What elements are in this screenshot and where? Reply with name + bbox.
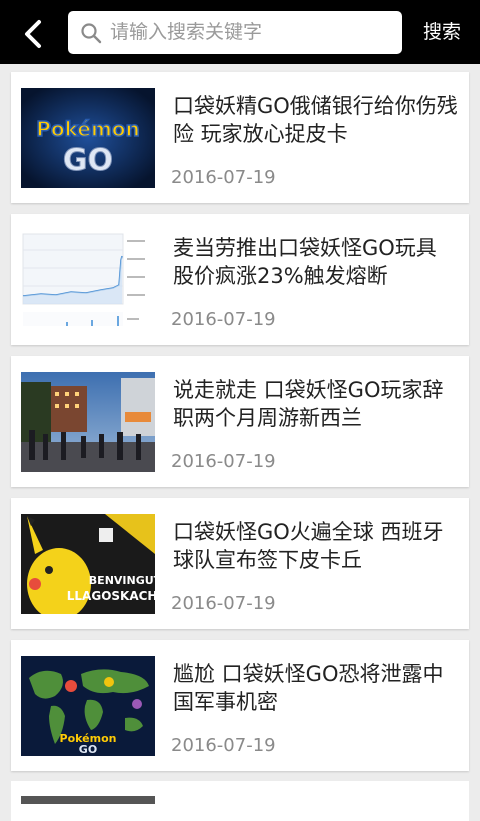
- svg-text:LLAGOSKACHU: LLAGOSKACHU: [67, 589, 155, 603]
- svg-text:GO: GO: [63, 143, 113, 178]
- article-title: 口袋妖精GO俄储银行给你伤残险 玩家放心捉皮卡: [173, 94, 458, 146]
- search-input[interactable]: [110, 17, 390, 47]
- article-item[interactable]: 麦当劳推出口袋妖怪GO玩具 股价疯涨23%触发熔断 2016-07-19: [11, 214, 469, 345]
- article-thumbnail-street-crowd: [21, 372, 155, 472]
- top-bar: 搜索: [0, 0, 480, 64]
- article-thumbnail-pikachu: BENVINGUT LLAGOSKACHU: [21, 514, 155, 614]
- article-item[interactable]: Pokémon GO 口袋妖精GO俄储银行给你伤残险 玩家放心捉皮卡 2016-…: [11, 72, 469, 203]
- article-date: 2016-07-19: [171, 593, 276, 614]
- search-icon: [81, 23, 102, 44]
- back-button[interactable]: [14, 14, 54, 54]
- article-title: 尴尬 口袋妖怪GO恐将泄露中国军事机密: [173, 662, 444, 714]
- svg-text:GO: GO: [79, 743, 97, 756]
- article-title: 口袋妖怪GO火遍全球 西班牙球队宣布签下皮卡丘: [173, 520, 444, 572]
- article-thumbnail-stock-chart: [21, 230, 155, 330]
- article-title: 说走就走 口袋妖怪GO玩家辞职两个月周游新西兰: [173, 378, 444, 430]
- article-date: 2016-07-19: [171, 309, 276, 330]
- svg-text:BENVINGUT: BENVINGUT: [89, 574, 155, 587]
- search-box[interactable]: [68, 11, 402, 54]
- article-date: 2016-07-19: [171, 167, 276, 188]
- article-item-partial[interactable]: [11, 781, 469, 821]
- article-thumbnail: [21, 796, 155, 804]
- article-thumbnail-pokemon-world-map: Pokémon GO: [21, 656, 155, 756]
- article-date: 2016-07-19: [171, 735, 276, 756]
- article-title: 麦当劳推出口袋妖怪GO玩具 股价疯涨23%触发熔断: [173, 236, 437, 288]
- article-date: 2016-07-19: [171, 451, 276, 472]
- article-item[interactable]: 说走就走 口袋妖怪GO玩家辞职两个月周游新西兰 2016-07-19: [11, 356, 469, 487]
- search-button[interactable]: 搜索: [412, 14, 472, 50]
- article-thumbnail-pokemon-go-logo: Pokémon GO: [21, 88, 155, 188]
- article-item[interactable]: BENVINGUT LLAGOSKACHU 口袋妖怪GO火遍全球 西班牙球队宣布…: [11, 498, 469, 629]
- svg-text:Pokémon: Pokémon: [36, 117, 140, 141]
- back-arrow-icon: [25, 20, 41, 48]
- article-item[interactable]: Pokémon GO 尴尬 口袋妖怪GO恐将泄露中国军事机密 2016-07-1…: [11, 640, 469, 771]
